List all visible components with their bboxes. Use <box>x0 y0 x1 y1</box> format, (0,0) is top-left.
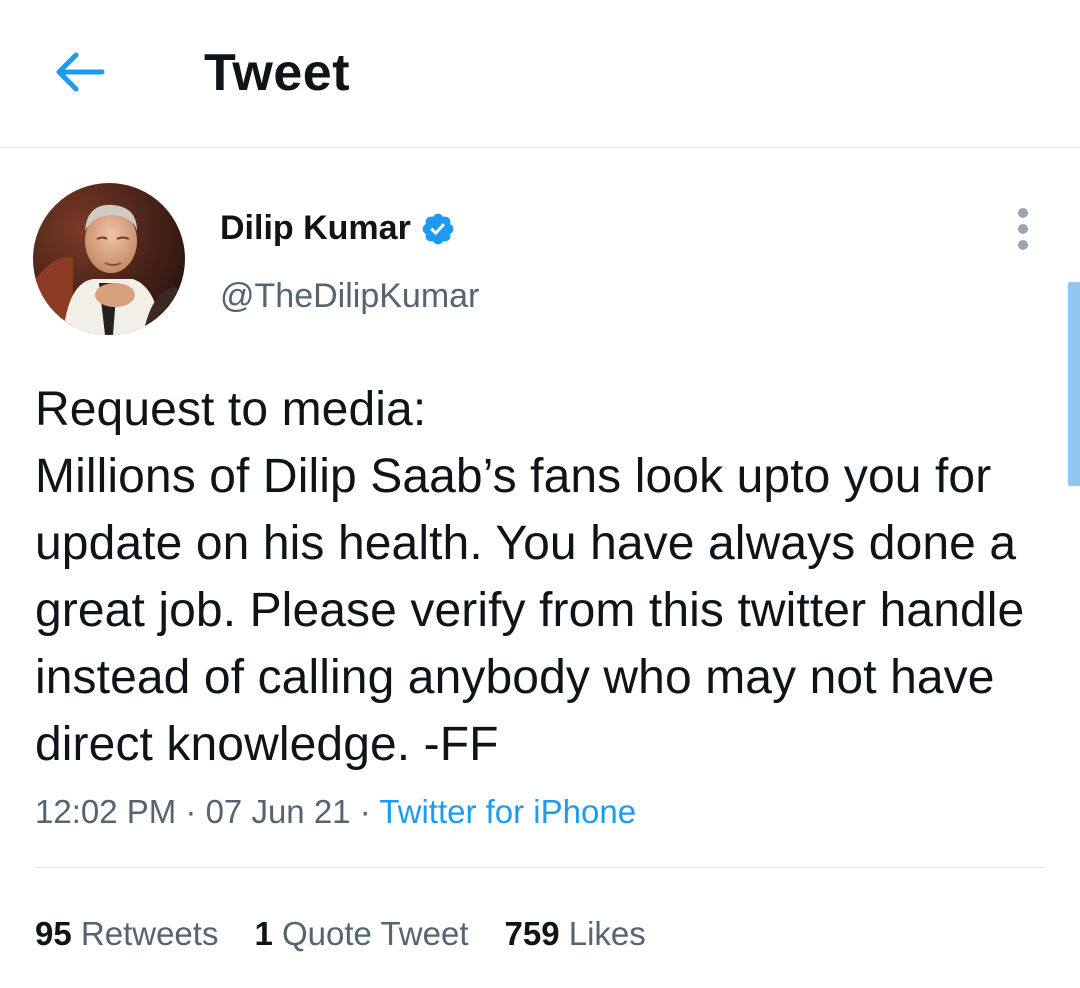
avatar[interactable] <box>33 183 185 335</box>
quote-tweets-label: Quote Tweet <box>281 915 469 952</box>
page-title: Tweet <box>204 44 351 102</box>
likes-count: 759 <box>504 915 560 952</box>
tweet-time: 12:02 PM <box>35 793 177 830</box>
likes-stat[interactable]: 759 Likes <box>505 912 646 956</box>
top-bar: Tweet <box>0 0 1080 148</box>
author-name[interactable]: Dilip Kumar <box>220 206 411 250</box>
author-handle[interactable]: @TheDilipKumar <box>220 274 479 318</box>
meta-separator: · <box>350 793 380 830</box>
quote-tweets-stat[interactable]: 1 Quote Tweet <box>254 912 468 956</box>
quote-tweets-count: 1 <box>254 915 273 952</box>
avatar-image <box>33 183 185 335</box>
likes-label: Likes <box>568 915 646 952</box>
divider <box>35 867 1045 868</box>
tweet-source-link[interactable]: Twitter for iPhone <box>379 793 636 830</box>
verified-badge-icon <box>422 213 454 245</box>
meta-separator: · <box>176 793 206 830</box>
tweet-date: 07 Jun 21 <box>205 793 351 830</box>
scrollbar-thumb[interactable] <box>1068 282 1080 486</box>
retweets-count: 95 <box>35 915 72 952</box>
tweet-metadata: 12:02 PM · 07 Jun 21 · Twitter for iPhon… <box>35 790 636 834</box>
engagement-stats: 95 Retweets 1 Quote Tweet 759 Likes <box>35 912 646 956</box>
back-button[interactable] <box>50 50 106 94</box>
retweets-label: Retweets <box>80 915 219 952</box>
more-vertical-icon <box>1018 208 1028 250</box>
retweets-stat[interactable]: 95 Retweets <box>35 912 218 956</box>
arrow-left-icon <box>56 52 105 92</box>
more-options-button[interactable] <box>1008 206 1038 252</box>
tweet-text: Request to media: Millions of Dilip Saab… <box>35 383 1025 771</box>
